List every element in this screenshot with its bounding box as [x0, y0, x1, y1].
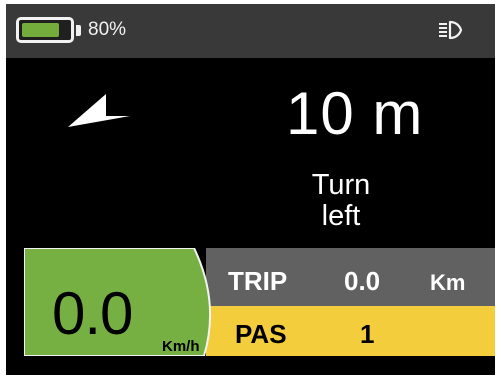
speed-value: 0.0: [52, 280, 133, 347]
battery-tip: [76, 25, 81, 36]
battery-icon: [16, 17, 74, 43]
nav-instruction: Turn left: [299, 170, 383, 232]
trip-label: TRIP: [228, 266, 288, 296]
nav-distance: 10 m: [286, 80, 424, 147]
turn-left-arrow-icon: [68, 94, 130, 127]
display-screen: 80% 10 m Turn left 0.0 Km/h TRIP 0.0 Km …: [6, 4, 495, 375]
headlight-icon: [439, 20, 463, 40]
pas-label: PAS: [235, 319, 287, 349]
trip-unit: Km: [430, 270, 466, 295]
trip-value: 0.0: [344, 266, 381, 296]
speed-unit: Km/h: [162, 338, 200, 355]
nav-instruction-line1: Turn: [311, 169, 371, 201]
nav-instruction-line2: left: [321, 200, 361, 232]
battery-level-fill: [22, 23, 59, 37]
pas-value: 1: [360, 319, 375, 349]
battery-percent-text: 80%: [88, 19, 127, 40]
